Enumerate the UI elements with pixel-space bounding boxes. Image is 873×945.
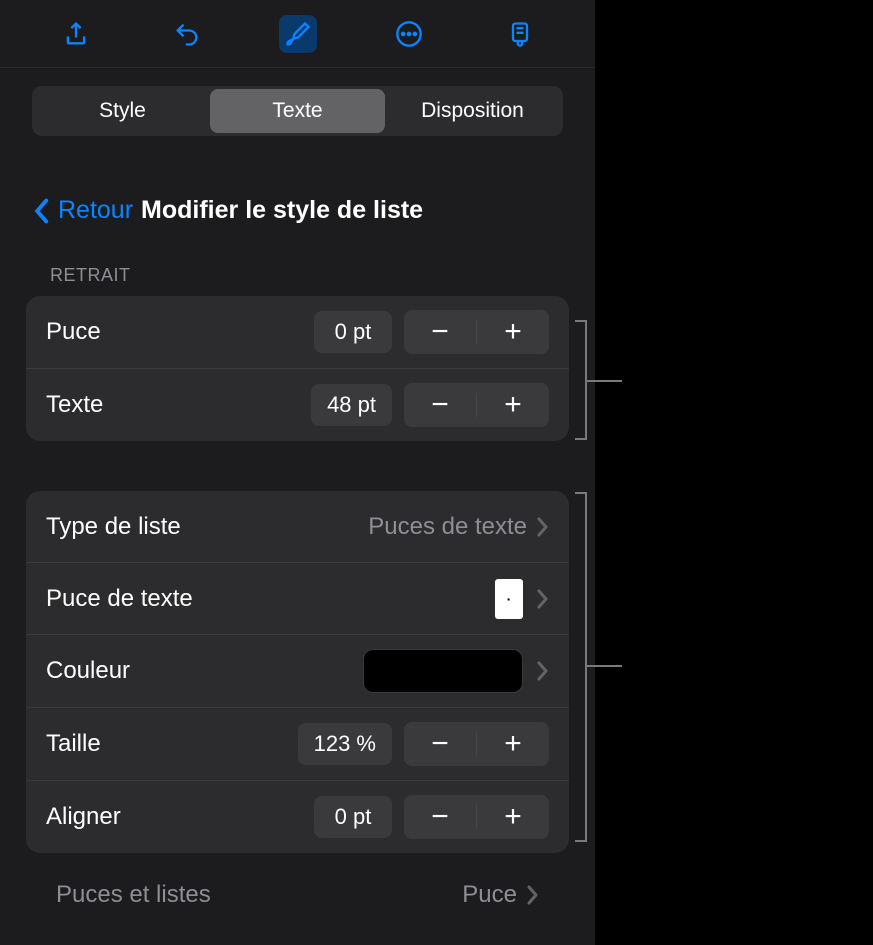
align-increment[interactable]: + [477, 795, 549, 839]
text-indent-row: Texte 48 pt − + [26, 369, 569, 441]
tab-style[interactable]: Style [35, 89, 210, 133]
size-stepper: − + [404, 722, 549, 766]
bullet-indent-row: Puce 0 pt − + [26, 296, 569, 369]
chevron-right-icon [527, 885, 539, 905]
color-label: Couleur [46, 657, 363, 685]
list-type-label: Type de liste [46, 513, 368, 541]
indent-section-header: Retrait [26, 265, 569, 286]
nav-header: Retour Modifier le style de liste [26, 196, 569, 225]
text-indent-increment[interactable]: + [477, 383, 549, 427]
chevron-right-icon [537, 517, 549, 537]
back-button[interactable]: Retour [58, 196, 133, 225]
align-row: Aligner 0 pt − + [26, 781, 569, 853]
callout-line [587, 665, 622, 667]
size-label: Taille [46, 730, 298, 758]
share-icon[interactable] [57, 15, 95, 53]
size-decrement[interactable]: − [404, 722, 476, 766]
content-area: Retour Modifier le style de liste Retrai… [0, 136, 595, 909]
chevron-right-icon [537, 589, 549, 609]
tab-layout[interactable]: Disposition [385, 89, 560, 133]
bullet-indent-stepper: − + [404, 310, 549, 354]
bullets-lists-row[interactable]: Puces et listes Puce [26, 861, 569, 909]
list-type-value: Puces de texte [368, 513, 527, 541]
undo-icon[interactable] [168, 15, 206, 53]
align-decrement[interactable]: − [404, 795, 476, 839]
size-row: Taille 123 % − + [26, 708, 569, 781]
paintbrush-icon[interactable] [279, 15, 317, 53]
tab-segment: Style Texte Disposition [0, 68, 595, 136]
color-swatch[interactable] [363, 649, 523, 693]
bullet-indent-label: Puce [46, 318, 314, 346]
toolbar [0, 0, 595, 68]
text-indent-label: Texte [46, 391, 311, 419]
more-icon[interactable] [390, 15, 428, 53]
bullet-indent-value[interactable]: 0 pt [314, 311, 392, 353]
callout-line [587, 380, 622, 382]
document-icon[interactable] [501, 15, 539, 53]
inspector-panel: Style Texte Disposition Retour Modifier … [0, 0, 595, 945]
bullet-glyph-preview: · [495, 579, 523, 619]
text-indent-decrement[interactable]: − [404, 383, 476, 427]
align-value[interactable]: 0 pt [314, 796, 392, 838]
bullets-lists-value: Puce [462, 881, 517, 909]
size-increment[interactable]: + [477, 722, 549, 766]
bullet-indent-decrement[interactable]: − [404, 310, 476, 354]
chevron-right-icon [537, 661, 549, 681]
bullet-indent-increment[interactable]: + [477, 310, 549, 354]
color-row[interactable]: Couleur [26, 635, 569, 708]
text-bullet-row[interactable]: Puce de texte · [26, 563, 569, 635]
list-type-row[interactable]: Type de liste Puces de texte [26, 491, 569, 563]
size-value[interactable]: 123 % [298, 723, 392, 765]
chevron-left-icon[interactable] [32, 198, 50, 224]
align-label: Aligner [46, 803, 314, 831]
list-group: Type de liste Puces de texte Puce de tex… [26, 491, 569, 853]
text-indent-value[interactable]: 48 pt [311, 384, 392, 426]
align-stepper: − + [404, 795, 549, 839]
bullets-lists-label: Puces et listes [56, 881, 462, 909]
indent-group: Puce 0 pt − + Texte 48 pt − + [26, 296, 569, 441]
tab-text[interactable]: Texte [210, 89, 385, 133]
callout-bracket [575, 320, 587, 440]
page-title: Modifier le style de liste [141, 196, 423, 225]
text-indent-stepper: − + [404, 383, 549, 427]
callout-bracket [575, 492, 587, 842]
text-bullet-label: Puce de texte [46, 585, 495, 613]
